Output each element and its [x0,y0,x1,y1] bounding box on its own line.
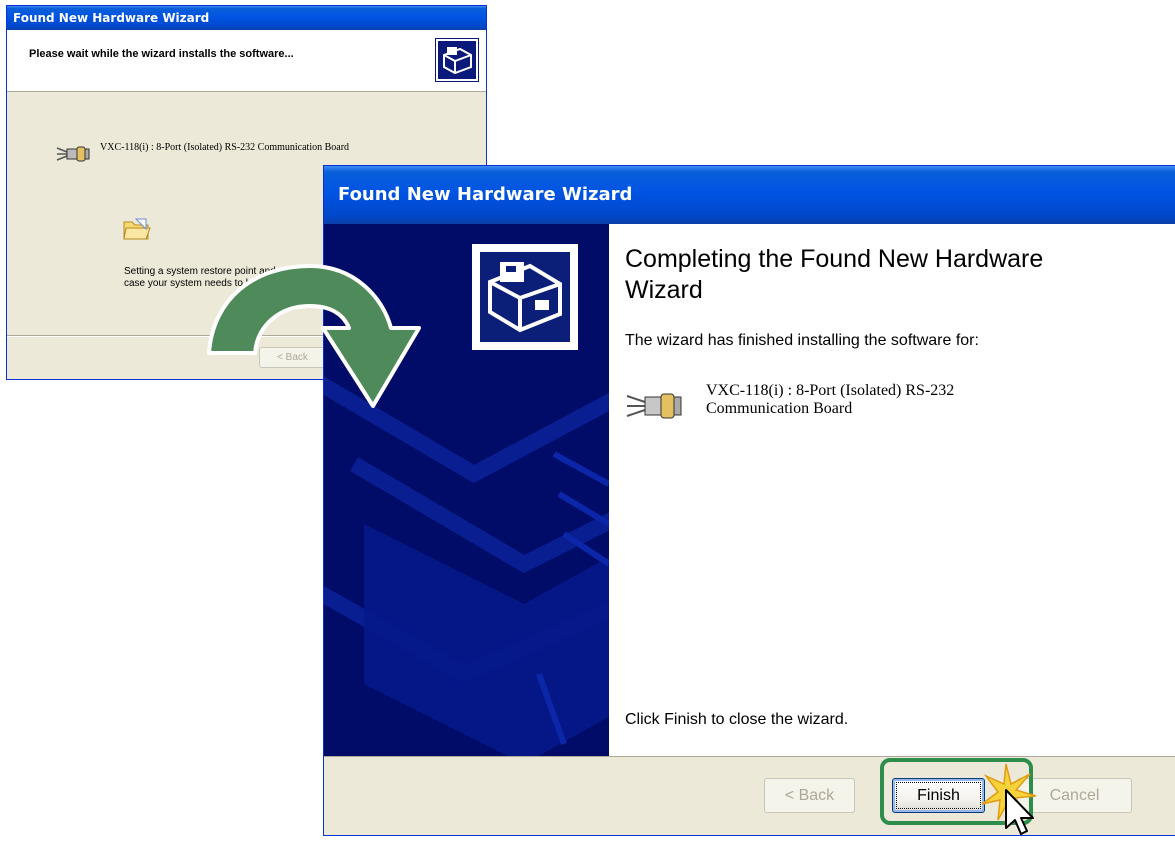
back-button[interactable]: < Back [764,778,855,813]
mouse-cursor-icon [980,760,1050,841]
back-window-title: Found New Hardware Wizard [13,11,210,25]
installing-header-text: Please wait while the wizard installs th… [29,48,294,60]
finished-installing-text: The wizard has finished installing the s… [625,332,979,349]
back-window-titlebar[interactable]: Found New Hardware Wizard [7,6,486,30]
wizard-logo-icon [435,38,479,82]
completing-heading: Completing the Found New Hardware Wizard [625,245,1044,304]
front-wizard-window: Found New Hardware Wizard Completing the… [323,165,1175,836]
wizard-logo-icon [472,244,578,350]
serial-port-icon [55,144,91,169]
front-window-titlebar[interactable]: Found New Hardware Wizard [324,166,1175,224]
back-device-name: VXC-118(i) : 8-Port (Isolated) RS-232 Co… [100,142,350,153]
folder-icon [122,216,152,247]
front-device-name: VXC-118(i) : 8-Port (Isolated) RS-232 Co… [706,382,955,417]
serial-port-icon [625,389,685,428]
front-footer-divider [324,756,1175,757]
close-instruction-text: Click Finish to close the wizard. [625,711,849,728]
front-window-title: Found New Hardware Wizard [338,184,633,205]
back-window-header: Please wait while the wizard installs th… [7,30,486,92]
curved-arrow-icon [205,258,435,413]
wizard-content-pane: Completing the Found New Hardware Wizard… [609,224,1175,756]
